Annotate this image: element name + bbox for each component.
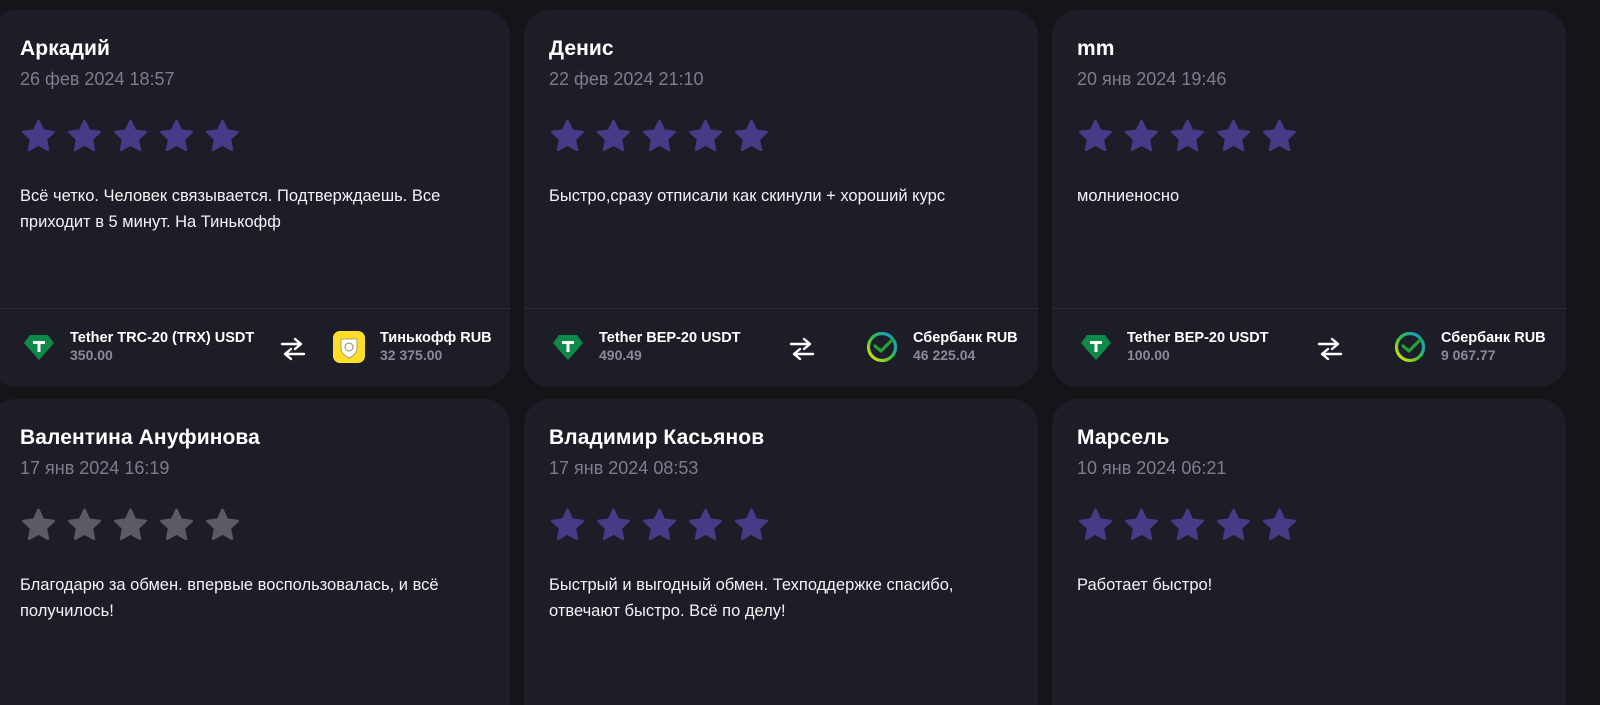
star-icon bbox=[735, 508, 768, 541]
review-card: Денис 22 фев 2024 21:10 Быстро,сразу отп… bbox=[524, 10, 1038, 387]
review-text: Благодарю за обмен. впервые воспользовал… bbox=[20, 576, 439, 620]
to-currency: Сбербанк RUB 9 067.77 bbox=[1393, 330, 1546, 364]
exchange-arrows-icon bbox=[1317, 337, 1343, 361]
divider bbox=[0, 308, 510, 309]
star-icon bbox=[689, 508, 722, 541]
review-text: молниеносно bbox=[1077, 187, 1180, 205]
currency-amount: 9 067.77 bbox=[1441, 347, 1496, 363]
currency-amount: 32 375.00 bbox=[380, 347, 443, 363]
review-date: 10 янв 2024 06:21 bbox=[1077, 458, 1227, 478]
review-text: Работает быстро! bbox=[1077, 576, 1213, 594]
currency-amount: 100.00 bbox=[1127, 347, 1170, 363]
currency-name: Tether BEP-20 USDT bbox=[1127, 330, 1269, 346]
review-date: 17 янв 2024 08:53 bbox=[549, 458, 699, 478]
reviewer-name: Владимир Касьянов bbox=[549, 426, 765, 449]
currency-amount: 490.49 bbox=[599, 347, 642, 363]
star-icon bbox=[160, 119, 193, 152]
reviewer-name: Марсель bbox=[1077, 426, 1170, 449]
review-text: Всё четко. Человек связывается. Подтверж… bbox=[20, 187, 441, 231]
currency-name: Сбербанк RUB bbox=[1441, 330, 1546, 346]
rating-stars bbox=[549, 507, 770, 544]
exchange-pair: Tether TRC-20 (TRX) USDT 350.00 Тинькофф… bbox=[0, 328, 510, 368]
star-icon bbox=[597, 508, 630, 541]
review-card: Марсель 10 янв 2024 06:21 Работает быстр… bbox=[1052, 399, 1566, 705]
from-currency: Tether BEP-20 USDT 100.00 bbox=[1079, 330, 1269, 364]
star-icon bbox=[689, 119, 722, 152]
review-card: Валентина Ануфинова 17 янв 2024 16:19 Бл… bbox=[0, 399, 510, 705]
star-icon bbox=[160, 508, 193, 541]
star-icon bbox=[206, 508, 239, 541]
star-icon bbox=[735, 119, 768, 152]
star-icon bbox=[1125, 508, 1158, 541]
star-icon bbox=[22, 119, 55, 152]
star-icon bbox=[1171, 119, 1204, 152]
review-card: mm 20 янв 2024 19:46 молниеносно Tether … bbox=[1052, 10, 1566, 387]
star-icon bbox=[551, 119, 584, 152]
rating-stars bbox=[1077, 118, 1298, 155]
sberbank-icon bbox=[866, 331, 898, 363]
currency-name: Tether TRC-20 (TRX) USDT bbox=[70, 330, 255, 346]
reviewer-name: Аркадий bbox=[20, 37, 111, 60]
exchange-pair: Tether BEP-20 USDT 490.49 Сбербанк RUB 4… bbox=[524, 328, 1038, 368]
star-icon bbox=[551, 508, 584, 541]
star-icon bbox=[643, 508, 676, 541]
star-icon bbox=[1217, 508, 1250, 541]
reviews-grid: Аркадий 26 фев 2024 18:57 Всё четко. Чел… bbox=[0, 0, 1600, 705]
exchange-arrows-icon bbox=[280, 337, 306, 361]
star-icon bbox=[1263, 508, 1296, 541]
star-icon bbox=[1079, 508, 1112, 541]
star-icon bbox=[1079, 119, 1112, 152]
review-text: Быстрый и выгодный обмен. Техподдержке с… bbox=[549, 576, 954, 620]
review-card: Владимир Касьянов 17 янв 2024 08:53 Быст… bbox=[524, 399, 1038, 705]
tether-icon bbox=[553, 335, 583, 360]
tether-icon bbox=[24, 335, 54, 360]
currency-amount: 350.00 bbox=[70, 347, 113, 363]
sberbank-icon bbox=[1394, 331, 1426, 363]
star-icon bbox=[1171, 508, 1204, 541]
star-icon bbox=[1217, 119, 1250, 152]
to-currency: Тинькофф RUB 32 375.00 bbox=[332, 330, 492, 364]
star-icon bbox=[597, 119, 630, 152]
from-currency: Tether BEP-20 USDT 490.49 bbox=[551, 330, 741, 364]
tinkoff-icon bbox=[333, 331, 365, 363]
reviewer-name: Денис bbox=[549, 37, 614, 60]
star-icon bbox=[68, 119, 101, 152]
to-currency: Сбербанк RUB 46 225.04 bbox=[865, 330, 1018, 364]
rating-stars bbox=[20, 118, 241, 155]
exchange-pair: Tether BEP-20 USDT 100.00 Сбербанк RUB 9… bbox=[1052, 328, 1566, 368]
reviewer-name: Валентина Ануфинова bbox=[20, 426, 260, 449]
review-date: 22 фев 2024 21:10 bbox=[549, 69, 704, 89]
reviewer-name: mm bbox=[1077, 37, 1115, 60]
currency-name: Сбербанк RUB bbox=[913, 330, 1018, 346]
star-icon bbox=[206, 119, 239, 152]
exchange-arrows-icon bbox=[789, 337, 815, 361]
rating-stars bbox=[549, 118, 770, 155]
tether-icon bbox=[1081, 335, 1111, 360]
divider bbox=[1052, 308, 1566, 309]
star-icon bbox=[643, 119, 676, 152]
rating-stars bbox=[20, 507, 241, 544]
star-icon bbox=[114, 119, 147, 152]
rating-stars bbox=[1077, 507, 1298, 544]
star-icon bbox=[1125, 119, 1158, 152]
review-date: 26 фев 2024 18:57 bbox=[20, 69, 175, 89]
currency-name: Тинькофф RUB bbox=[380, 330, 492, 346]
star-icon bbox=[114, 508, 147, 541]
currency-amount: 46 225.04 bbox=[913, 347, 976, 363]
star-icon bbox=[68, 508, 101, 541]
star-icon bbox=[1263, 119, 1296, 152]
review-text: Быстро,сразу отписали как скинули + хоро… bbox=[549, 187, 946, 205]
review-date: 20 янв 2024 19:46 bbox=[1077, 69, 1227, 89]
divider bbox=[524, 308, 1038, 309]
currency-name: Tether BEP-20 USDT bbox=[599, 330, 741, 346]
review-card: Аркадий 26 фев 2024 18:57 Всё четко. Чел… bbox=[0, 10, 510, 387]
from-currency: Tether TRC-20 (TRX) USDT 350.00 bbox=[22, 330, 254, 364]
review-date: 17 янв 2024 16:19 bbox=[20, 458, 170, 478]
star-icon bbox=[22, 508, 55, 541]
